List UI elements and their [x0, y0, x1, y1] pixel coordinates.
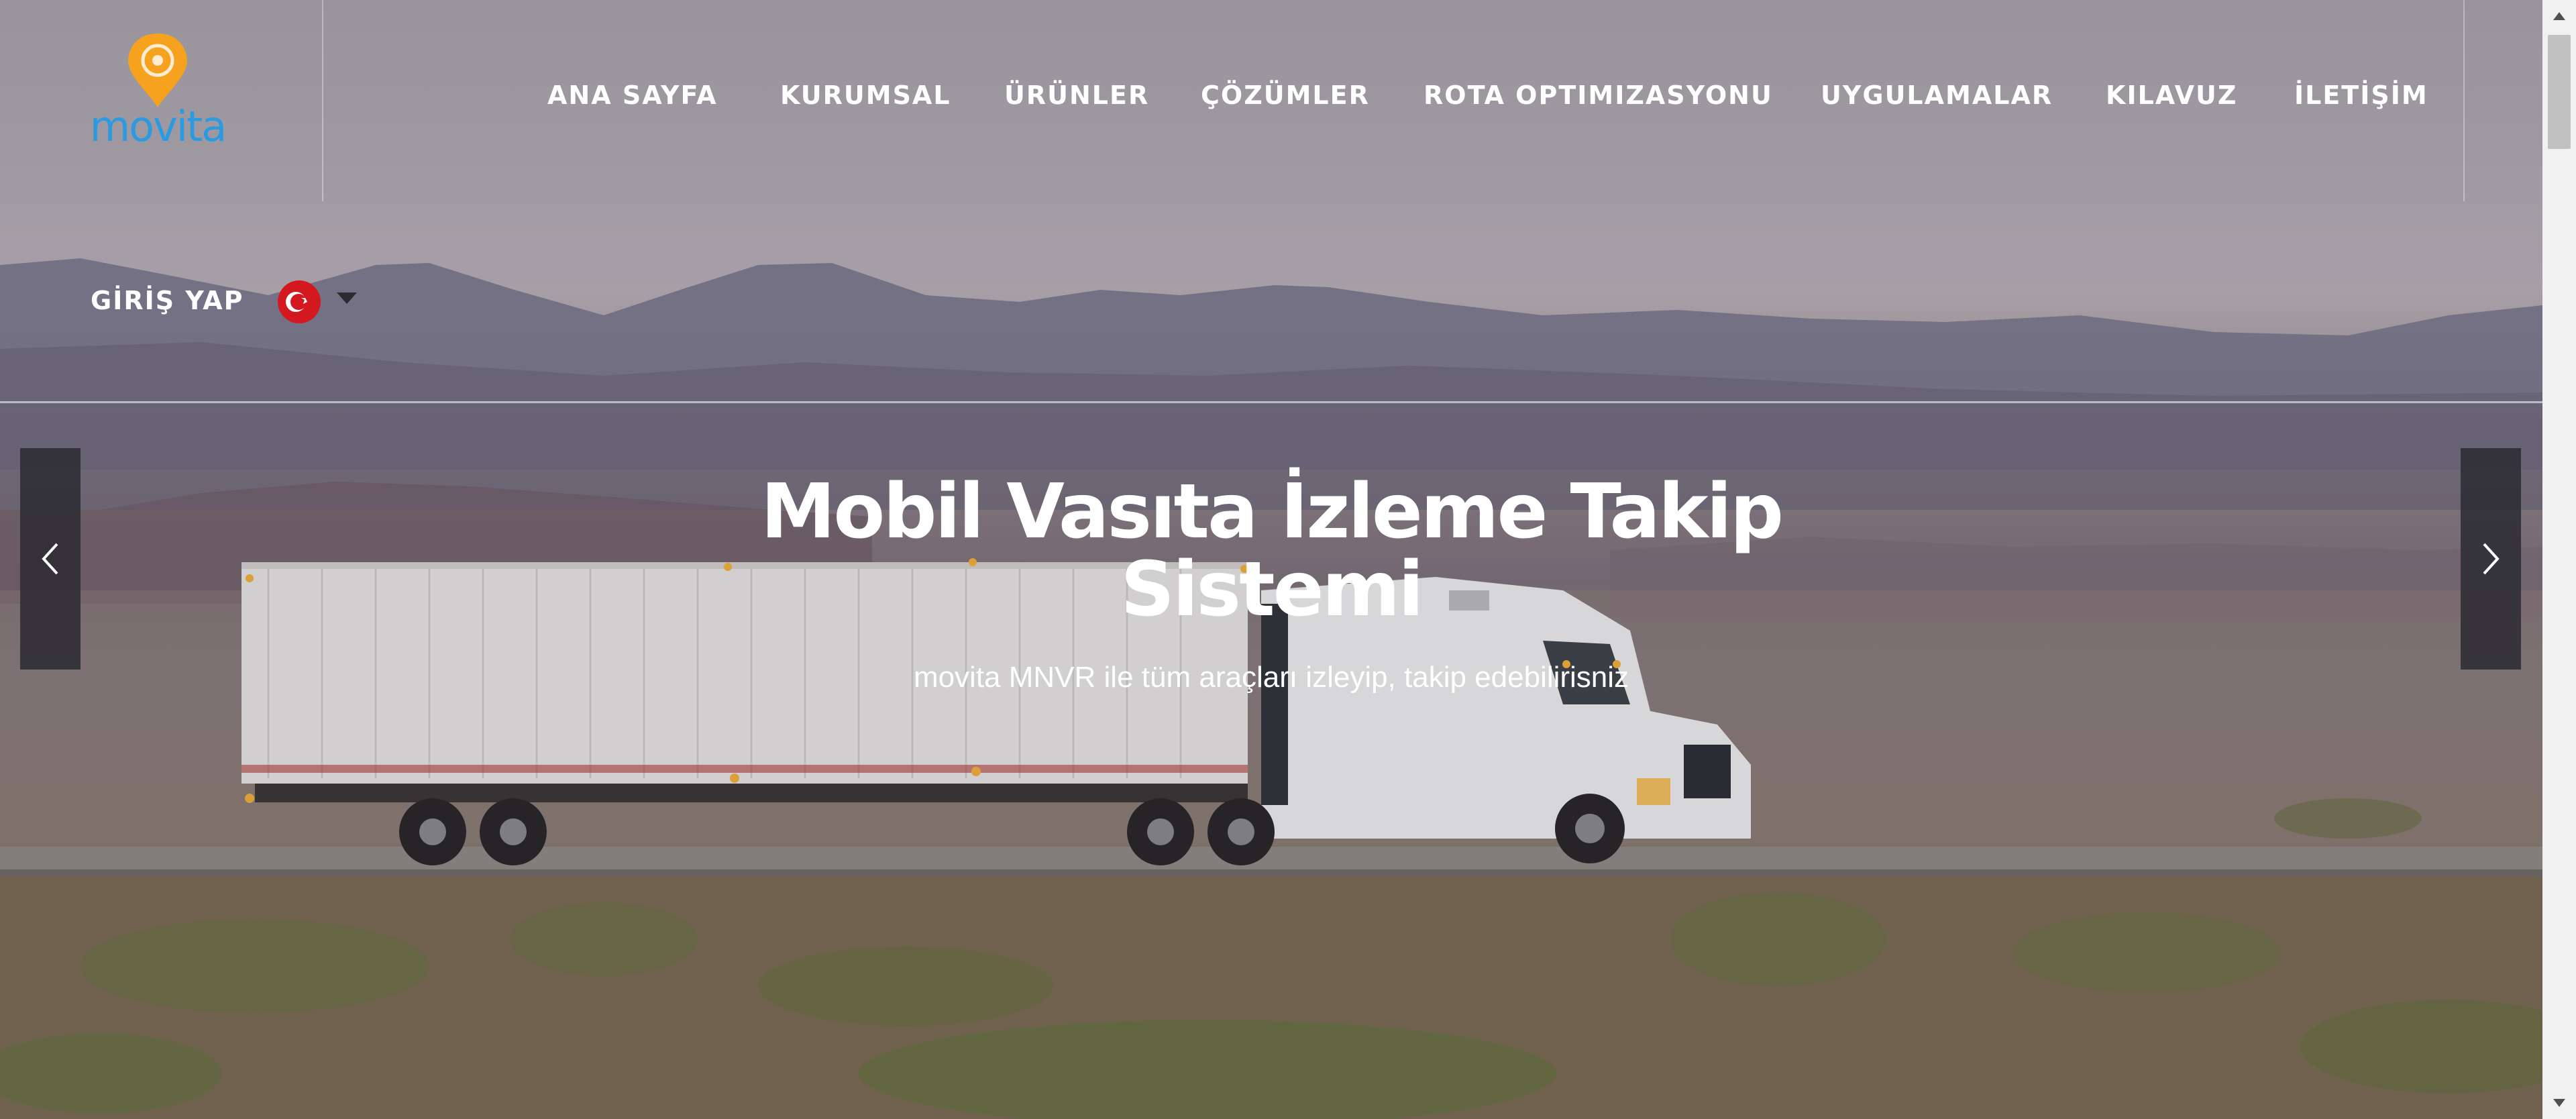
nav-item-ana-sayfa[interactable]: ANA SAYFA: [547, 81, 718, 110]
movita-logo[interactable]: movita: [84, 32, 231, 153]
nav-item-kurumsal[interactable]: KURUMSAL: [780, 81, 951, 110]
header-bottom-border: [0, 401, 2542, 403]
hero-title: Mobil Vasıta İzleme Takip Sistemi: [760, 468, 1784, 633]
header-divider-right: [2463, 0, 2465, 201]
scrollbar-thumb[interactable]: [2548, 35, 2571, 149]
chevron-right-icon: [2483, 543, 2500, 575]
nav-item-cozumler[interactable]: ÇÖZÜMLER: [1201, 81, 1370, 110]
nav-item-kilavuz[interactable]: KILAVUZ: [2106, 81, 2237, 110]
nav-item-urunler[interactable]: ÜRÜNLER: [1004, 81, 1149, 110]
hero-subtitle: movita MNVR ile tüm araçları izleyip, ta…: [913, 661, 1629, 694]
nav-item-uygulamalar[interactable]: UYGULAMALAR: [1821, 81, 2053, 110]
nav-item-iletisim[interactable]: İLETİŞİM: [2294, 81, 2428, 110]
page-scrollbar[interactable]: [2542, 0, 2576, 1119]
scroll-up-button[interactable]: [2542, 0, 2576, 34]
chevron-left-icon: [42, 543, 58, 575]
scroll-down-button[interactable]: [2542, 1085, 2576, 1119]
language-dropdown-caret-icon[interactable]: [337, 292, 357, 304]
scroll-down-arrow-icon: [2553, 1099, 2565, 1107]
nav-item-rota-optimizasyonu[interactable]: ROTA OPTIMIZASYONU: [1424, 81, 1773, 110]
slider-prev-button[interactable]: [20, 448, 80, 670]
login-link[interactable]: GİRİŞ YAP: [91, 286, 244, 315]
logo-wordmark: movita: [89, 102, 227, 151]
turkey-flag-icon[interactable]: [278, 280, 321, 323]
scroll-up-arrow-icon: [2553, 12, 2565, 20]
location-pin-icon: [128, 34, 187, 107]
header-divider-left: [322, 0, 323, 201]
slider-next-button[interactable]: [2461, 448, 2521, 670]
